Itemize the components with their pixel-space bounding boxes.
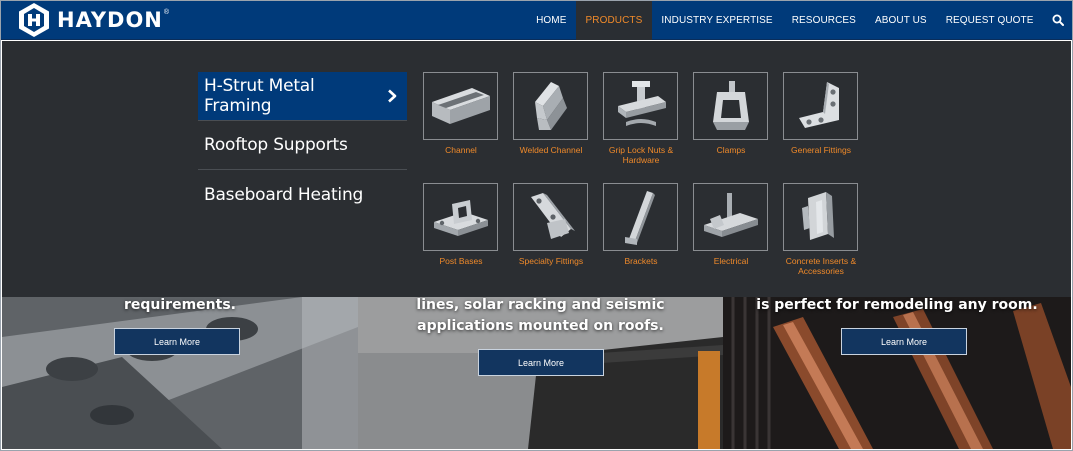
product-label: Concrete Inserts & Accessories [785, 256, 857, 276]
product-label: Clamps [716, 145, 746, 155]
channel-icon [431, 88, 490, 124]
hero-panel-rooftop-supports: lines, solar racking and seismic applica… [358, 297, 723, 449]
product-welded-channel[interactable]: Welded Channel [513, 72, 588, 155]
learn-more-button[interactable]: Learn More [841, 328, 967, 355]
product-label: Channel [445, 145, 477, 155]
registered-mark: ® [163, 8, 170, 16]
main-nav: HOME PRODUCTS INDUSTRY EXPERTISE RESOURC… [527, 0, 1073, 40]
product-electrical[interactable]: Electrical [693, 183, 768, 266]
category-rooftop-supports[interactable]: Rooftop Supports [198, 121, 407, 170]
product-specialty-fittings[interactable]: Specialty Fittings [513, 183, 588, 266]
product-image-frame [783, 72, 858, 140]
nav-industry-expertise[interactable]: INDUSTRY EXPERTISE [652, 0, 782, 40]
category-label: Baseboard Heating [204, 184, 364, 205]
search-button[interactable] [1043, 0, 1073, 40]
product-image-frame [783, 183, 858, 251]
product-label: Specialty Fittings [518, 256, 584, 266]
product-post-bases[interactable]: Post Bases [423, 183, 498, 266]
product-image-frame [693, 183, 768, 251]
category-list: H-Strut Metal Framing Rooftop Supports B… [198, 72, 407, 219]
hero-caption-line: is perfect for remodeling any room. [756, 297, 1038, 313]
search-icon [1052, 14, 1064, 26]
product-label: Post Bases [439, 256, 483, 266]
general-fitting-icon [798, 82, 839, 128]
product-label: Grip Lock Nuts & Hardware [608, 145, 674, 165]
product-general-fittings[interactable]: General Fittings [783, 72, 858, 155]
product-image-frame [603, 72, 678, 140]
electrical-icon [703, 193, 758, 237]
category-label: Rooftop Supports [204, 135, 348, 155]
product-image-frame [603, 183, 678, 251]
brand-name: HAYDON [57, 8, 163, 32]
post-base-icon [433, 200, 488, 236]
hero-caption-line: lines, solar racking and seismic [416, 297, 665, 313]
hero-caption-line: applications mounted on roofs. [417, 318, 664, 334]
nav-request-quote[interactable]: REQUEST QUOTE [936, 0, 1043, 40]
baseboard-heating-photo [723, 297, 1071, 449]
hero-caption: requirements. [2, 297, 358, 316]
product-brackets[interactable]: Brackets [603, 183, 678, 266]
category-baseboard-heating[interactable]: Baseboard Heating [198, 170, 407, 219]
product-label: Brackets [624, 256, 658, 266]
hero-panel-baseboard-heating: is perfect for remodeling any room. Lear… [723, 297, 1071, 449]
product-concrete-inserts[interactable]: Concrete Inserts & Accessories [783, 183, 858, 276]
learn-more-button[interactable]: Learn More [478, 349, 604, 376]
product-image-frame [693, 72, 768, 140]
nav-home[interactable]: HOME [527, 0, 576, 40]
bracket-icon [624, 191, 655, 245]
product-label: Welded Channel [519, 145, 583, 155]
category-h-strut-metal-framing[interactable]: H-Strut Metal Framing [198, 72, 407, 121]
category-label: H-Strut Metal Framing [204, 76, 315, 116]
nav-products[interactable]: PRODUCTS [576, 0, 652, 40]
hero-caption: is perfect for remodeling any room. [723, 297, 1071, 316]
welded-channel-icon [534, 82, 567, 130]
metal-framing-photo [2, 297, 358, 449]
top-navigation-bar: HAYDON ® HOME PRODUCTS INDUSTRY EXPERTIS… [0, 0, 1073, 40]
learn-more-button[interactable]: Learn More [114, 328, 240, 355]
product-image-frame [423, 183, 498, 251]
nav-resources[interactable]: RESOURCES [782, 0, 865, 40]
product-label: General Fittings [791, 145, 851, 155]
hero-caption-line: requirements. [124, 297, 236, 313]
grip-lock-nut-icon [617, 81, 666, 126]
product-image-frame [423, 72, 498, 140]
product-label: Electrical [713, 256, 749, 266]
haydon-logo-mark-icon [19, 3, 49, 37]
nav-about-us[interactable]: ABOUT US [865, 0, 936, 40]
product-grip-lock-nuts[interactable]: Grip Lock Nuts & Hardware [603, 72, 678, 165]
products-mega-menu: H-Strut Metal Framing Rooftop Supports B… [2, 41, 1071, 297]
product-image-frame [513, 183, 588, 251]
chevron-right-icon [388, 89, 397, 103]
hero-panel-metal-framing: requirements. Learn More [2, 297, 358, 449]
product-clamps[interactable]: Clamps [693, 72, 768, 155]
haydon-logo[interactable]: HAYDON ® [17, 2, 169, 38]
product-image-frame [513, 72, 588, 140]
product-channel[interactable]: Channel [423, 72, 498, 155]
hero-caption: lines, solar racking and seismic applica… [358, 297, 723, 337]
clamp-icon [712, 81, 749, 130]
specialty-fitting-icon [530, 193, 575, 239]
concrete-insert-icon [801, 192, 834, 240]
